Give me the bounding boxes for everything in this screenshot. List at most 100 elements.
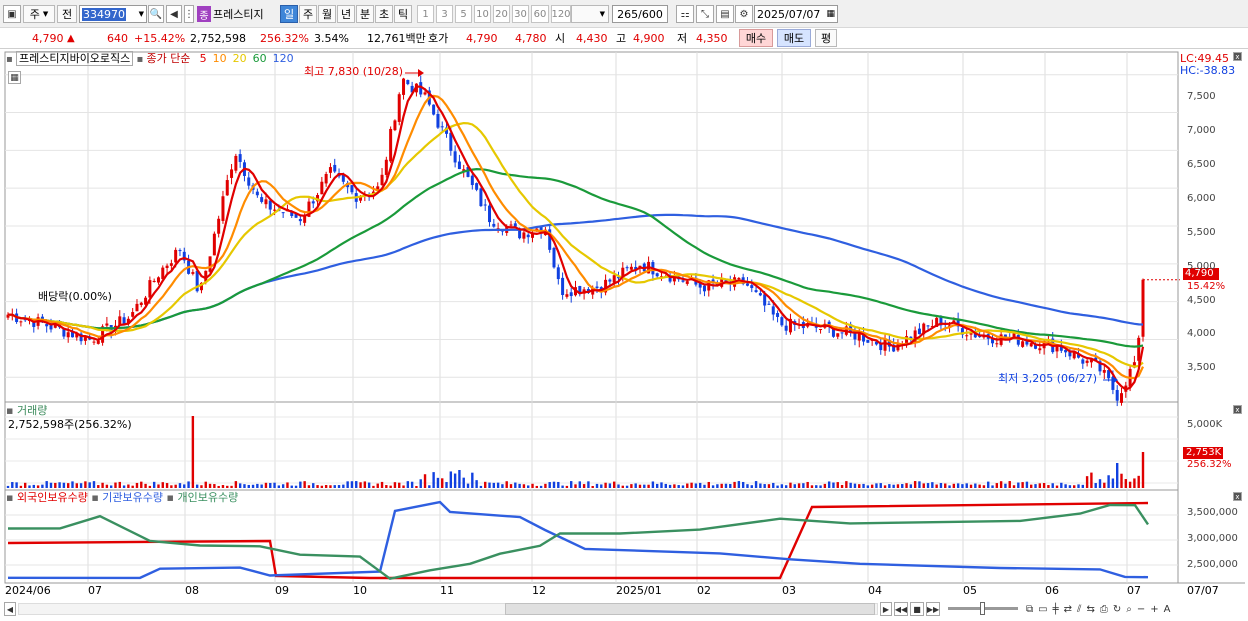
minute-button-6[interactable]: 60 bbox=[531, 5, 549, 23]
settings-grid-icon[interactable]: ▦ bbox=[8, 71, 21, 84]
volume-bar bbox=[75, 483, 78, 488]
minute-button-3[interactable]: 10 bbox=[474, 5, 491, 23]
window-icon[interactable]: ▭ bbox=[1038, 604, 1047, 615]
minute-button-1[interactable]: 3 bbox=[436, 5, 453, 23]
candle-body bbox=[866, 339, 870, 343]
layout-icon[interactable]: ▣ bbox=[3, 5, 21, 23]
candle-body bbox=[655, 273, 659, 277]
close-icon[interactable]: x bbox=[1233, 492, 1242, 501]
volume-bar bbox=[406, 481, 410, 488]
volume-bar bbox=[342, 484, 345, 488]
minute-custom-select[interactable]: ▼ bbox=[571, 5, 609, 23]
close-icon[interactable]: x bbox=[1233, 405, 1242, 414]
volume-bar bbox=[62, 482, 66, 488]
period-tab-2[interactable]: 월 bbox=[318, 5, 336, 23]
candle-body bbox=[96, 340, 100, 344]
scrollbar-thumb[interactable] bbox=[505, 603, 875, 615]
prefix-button[interactable]: 전 bbox=[57, 5, 77, 23]
chart-type-icon[interactable]: ⚏ bbox=[676, 5, 694, 23]
search-icon[interactable]: 🔍 bbox=[148, 5, 164, 23]
chart-svg[interactable] bbox=[0, 50, 1248, 621]
minute-button-7[interactable]: 120 bbox=[551, 5, 571, 23]
volume-bar bbox=[286, 482, 289, 488]
minute-button-5[interactable]: 30 bbox=[512, 5, 529, 23]
count-input[interactable]: 265/600 bbox=[612, 5, 668, 23]
save-icon[interactable]: ▤ bbox=[716, 5, 734, 23]
minute-button-2[interactable]: 5 bbox=[455, 5, 472, 23]
chevron-down-icon[interactable]: ▼ bbox=[139, 10, 144, 18]
minute-button-4[interactable]: 20 bbox=[493, 5, 510, 23]
volume-bar bbox=[23, 482, 27, 488]
rewind-icon[interactable]: ◀◀ bbox=[894, 602, 908, 616]
volume-bar bbox=[496, 482, 500, 488]
bottom-tools[interactable]: ⧉ ▭ ╪ ⇄ ⫽ ⇆ ⎙ ↻ ⌕ − + A bbox=[1026, 601, 1246, 617]
candle-body bbox=[66, 332, 70, 338]
volume-bar bbox=[398, 482, 401, 488]
split-icon[interactable]: ⫽ bbox=[1077, 604, 1081, 615]
scroll-right-icon[interactable]: ▶ bbox=[880, 602, 892, 616]
period-tab-6[interactable]: 틱 bbox=[394, 5, 412, 23]
volume-bar bbox=[707, 481, 710, 488]
link-icon[interactable]: ⇆ bbox=[1086, 604, 1094, 615]
period-tab-5[interactable]: 초 bbox=[375, 5, 393, 23]
volume-bar bbox=[866, 485, 870, 488]
draw-icon[interactable]: ⤡ bbox=[696, 5, 714, 23]
gear-icon[interactable]: ⚙ bbox=[735, 5, 753, 23]
last-pct-label: 15.42% bbox=[1187, 281, 1226, 292]
volume-bar bbox=[664, 483, 667, 488]
zoom-slider-handle[interactable] bbox=[980, 602, 985, 615]
candle-body bbox=[479, 188, 483, 207]
buy-button[interactable]: 매수 bbox=[739, 29, 773, 47]
crosshair-icon[interactable]: ╪ bbox=[1053, 604, 1059, 615]
period-tab-0[interactable]: 일 bbox=[280, 5, 298, 23]
scroll-left-icon[interactable]: ◀ bbox=[4, 602, 16, 616]
candle-body bbox=[191, 272, 195, 274]
avg-button[interactable]: 평 bbox=[815, 29, 837, 47]
ask-value: 4,790 bbox=[466, 31, 498, 45]
compare-icon[interactable]: ⇄ bbox=[1064, 604, 1072, 615]
type-select[interactable]: 주 ▼ bbox=[23, 5, 55, 23]
stop-icon[interactable]: ■ bbox=[910, 602, 924, 616]
sell-button[interactable]: 매도 bbox=[777, 29, 811, 47]
volume-bar bbox=[802, 483, 805, 488]
menu-icon[interactable]: ⋮ bbox=[184, 5, 194, 23]
candle-body bbox=[268, 200, 272, 210]
sound-icon[interactable]: ◀ bbox=[166, 5, 182, 23]
period-tab-4[interactable]: 분 bbox=[356, 5, 374, 23]
candle-body bbox=[311, 201, 315, 204]
forward-icon[interactable]: ▶▶ bbox=[926, 602, 940, 616]
candle-body bbox=[389, 128, 393, 162]
print-icon[interactable]: ⎙ bbox=[1100, 604, 1108, 615]
calendar-icon[interactable]: ▦ bbox=[826, 9, 835, 19]
volume-bar bbox=[6, 485, 10, 488]
zoom-in-icon[interactable]: + bbox=[1150, 604, 1158, 615]
x-axis-label-0: 2024/06 bbox=[5, 584, 51, 597]
candle-body bbox=[324, 173, 328, 184]
tile-icon[interactable]: ⧉ bbox=[1026, 604, 1033, 615]
stock-code-input[interactable]: 334970 ▼ bbox=[79, 5, 147, 23]
minute-button-0[interactable]: 1 bbox=[417, 5, 434, 23]
candle-body bbox=[737, 277, 741, 279]
close-icon[interactable]: x bbox=[1233, 52, 1242, 61]
volume-bar bbox=[281, 484, 285, 488]
refresh-icon[interactable]: ↻ bbox=[1113, 604, 1121, 615]
open-label: 시 bbox=[555, 32, 566, 45]
candle-body bbox=[165, 265, 169, 269]
chart-area[interactable]: ▪ 프레스티지바이오로직스 ▪ 종가 단순 5 10 20 60 120 ▦ LC:49… bbox=[0, 50, 1248, 621]
volume-bar bbox=[806, 481, 809, 488]
period-tab-1[interactable]: 주 bbox=[299, 5, 317, 23]
volume-bar bbox=[1077, 484, 1080, 488]
zoom-out-icon[interactable]: − bbox=[1137, 604, 1145, 615]
volume-bar bbox=[462, 477, 465, 488]
candle-body bbox=[45, 324, 49, 327]
candle-body bbox=[492, 223, 496, 227]
date-input[interactable]: 2025/07/07 ▦ bbox=[754, 5, 838, 23]
candle-body bbox=[1081, 359, 1085, 364]
font-size-icon[interactable]: A bbox=[1164, 604, 1171, 615]
search-icon[interactable]: ⌕ bbox=[1126, 604, 1132, 615]
candle-body bbox=[148, 280, 152, 298]
period-tab-3[interactable]: 년 bbox=[337, 5, 355, 23]
volume-bar bbox=[522, 484, 526, 488]
volume-bar bbox=[913, 481, 917, 488]
volume-bar bbox=[853, 483, 857, 488]
